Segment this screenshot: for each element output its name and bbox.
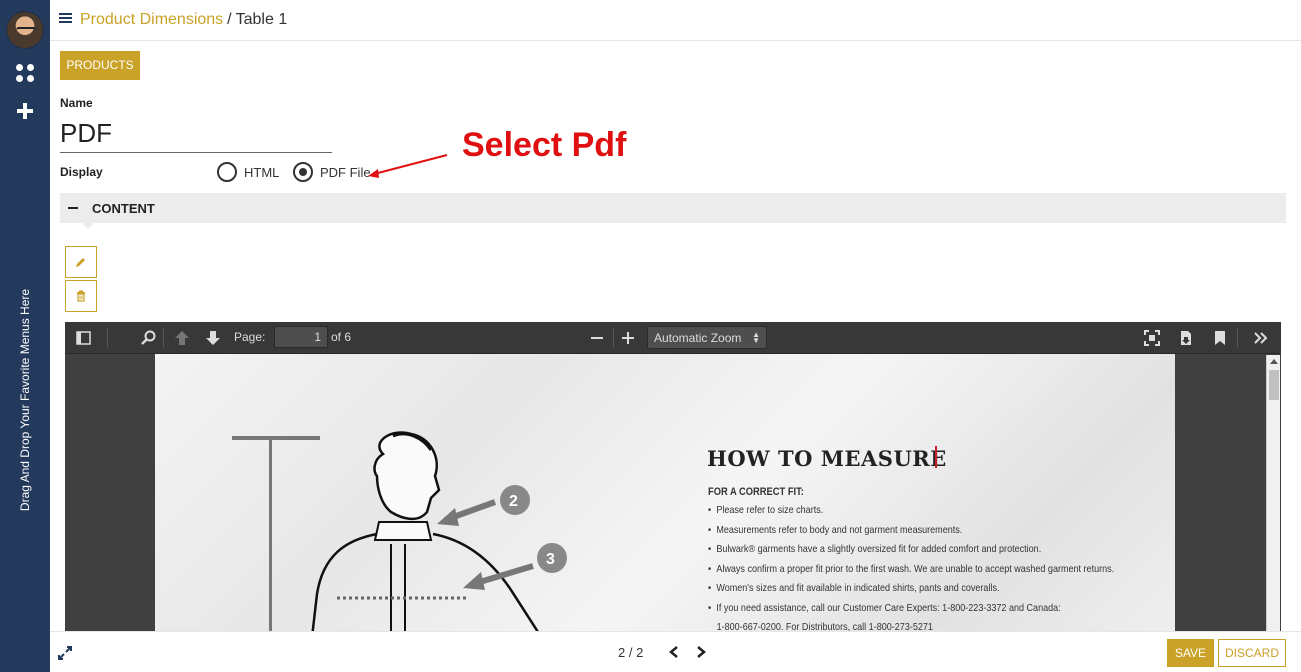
breadcrumb-separator: / bbox=[227, 11, 232, 28]
document-subtitle: FOR A CORRECT FIT: bbox=[708, 486, 804, 498]
toolbar-separator bbox=[163, 328, 164, 348]
user-avatar[interactable] bbox=[6, 11, 44, 49]
title-accent-bar bbox=[935, 446, 937, 468]
annotation-select-pdf: Select Pdf bbox=[462, 126, 627, 164]
display-option-html-label: HTML bbox=[244, 164, 280, 180]
page-label: Page: bbox=[234, 330, 266, 344]
search-icon[interactable] bbox=[141, 330, 157, 346]
tools-menu-icon[interactable] bbox=[1253, 330, 1269, 346]
top-bar: Product Dimensions / Table 1 bbox=[50, 0, 1301, 41]
breadcrumb-current: Table 1 bbox=[235, 11, 288, 28]
list-item: If you need assistance, call our Custome… bbox=[708, 602, 1155, 622]
collapse-icon[interactable] bbox=[68, 207, 78, 209]
toolbar-separator bbox=[107, 328, 108, 348]
select-caret-icon: ▲ ▼ bbox=[752, 330, 760, 345]
expand-icon[interactable] bbox=[58, 646, 72, 660]
toolbar-separator bbox=[1237, 328, 1238, 348]
presentation-mode-icon[interactable] bbox=[1144, 330, 1160, 346]
radio-checked-icon[interactable] bbox=[293, 162, 313, 182]
menu-icon[interactable] bbox=[59, 13, 72, 24]
list-item: 1-800-667-0200. For Distributors, call 1… bbox=[716, 621, 933, 631]
toolbar-separator bbox=[613, 328, 614, 348]
list-item: Women's sizes and fit available in indic… bbox=[708, 582, 1155, 602]
scroll-thumb[interactable] bbox=[1269, 370, 1279, 400]
document-title: HOW TO MEASURE bbox=[707, 446, 947, 471]
record-pager: 2 / 2 bbox=[618, 645, 644, 660]
marker-3: 3 bbox=[546, 551, 555, 568]
products-button[interactable]: PRODUCTS bbox=[60, 51, 140, 80]
list-item: Please refer to size charts. bbox=[708, 504, 1155, 524]
marker-2: 2 bbox=[509, 493, 518, 510]
pdf-viewer: Page: 1 of 6 Automatic Zoom ▲ ▼ 2 3 HOW … bbox=[65, 322, 1281, 631]
apps-icon[interactable] bbox=[16, 64, 34, 82]
name-field[interactable]: PDF bbox=[60, 115, 332, 153]
fit-instructions-list: Please refer to size charts. Measurement… bbox=[708, 504, 1155, 631]
scroll-up-icon[interactable] bbox=[1270, 359, 1278, 364]
bookmark-icon[interactable] bbox=[1212, 330, 1228, 346]
download-icon[interactable] bbox=[1178, 330, 1194, 346]
pdf-scrollbar[interactable] bbox=[1266, 355, 1280, 631]
bottom-bar: 2 / 2 SAVE DISCARD bbox=[50, 631, 1301, 672]
edit-button[interactable] bbox=[65, 246, 97, 278]
name-label: Name bbox=[60, 96, 93, 110]
pencil-icon bbox=[76, 258, 85, 267]
content-section-header[interactable]: CONTENT bbox=[60, 193, 1286, 229]
sidebar-toggle-icon[interactable] bbox=[76, 330, 92, 346]
zoom-value: Automatic Zoom bbox=[654, 331, 742, 345]
display-option-html[interactable]: HTML bbox=[217, 162, 279, 182]
list-item: Always confirm a proper fit prior to the… bbox=[708, 563, 1155, 583]
measuring-illustration: 2 3 bbox=[232, 431, 567, 631]
zoom-in-icon[interactable] bbox=[620, 330, 636, 346]
left-rail: Drag And Drop Your Favorite Menus Here bbox=[0, 0, 50, 672]
pdf-toolbar: Page: 1 of 6 Automatic Zoom ▲ ▼ bbox=[65, 322, 1281, 354]
pdf-page: 2 3 HOW TO MEASURE FOR A CORRECT FIT: Pl… bbox=[155, 354, 1175, 631]
discard-button[interactable]: DISCARD bbox=[1218, 639, 1286, 667]
annotation-arrow-icon bbox=[368, 154, 448, 178]
list-item: Measurements refer to body and not garme… bbox=[708, 524, 1155, 544]
breadcrumb: Product Dimensions / Table 1 bbox=[80, 11, 287, 29]
previous-record-icon[interactable] bbox=[668, 645, 680, 659]
breadcrumb-parent-link[interactable]: Product Dimensions bbox=[80, 11, 223, 28]
favorites-drop-hint: Drag And Drop Your Favorite Menus Here bbox=[18, 288, 32, 512]
page-count: of 6 bbox=[331, 330, 352, 344]
content-section-title: CONTENT bbox=[92, 201, 155, 216]
add-icon[interactable] bbox=[17, 103, 33, 119]
trash-icon bbox=[77, 290, 85, 302]
zoom-out-icon[interactable] bbox=[589, 330, 605, 346]
previous-page-icon[interactable] bbox=[174, 330, 190, 346]
delete-button[interactable] bbox=[65, 280, 97, 312]
display-label: Display bbox=[60, 165, 103, 179]
display-option-pdf[interactable]: PDF File bbox=[293, 162, 371, 182]
save-button[interactable]: SAVE bbox=[1167, 639, 1214, 667]
list-item: Bulwark® garments have a slightly oversi… bbox=[708, 543, 1155, 563]
page-number-input[interactable]: 1 bbox=[274, 326, 328, 348]
radio-unchecked-icon[interactable] bbox=[217, 162, 237, 182]
next-record-icon[interactable] bbox=[695, 645, 707, 659]
zoom-select[interactable]: Automatic Zoom ▲ ▼ bbox=[647, 326, 767, 349]
next-page-icon[interactable] bbox=[205, 330, 221, 346]
section-notch bbox=[82, 223, 94, 229]
